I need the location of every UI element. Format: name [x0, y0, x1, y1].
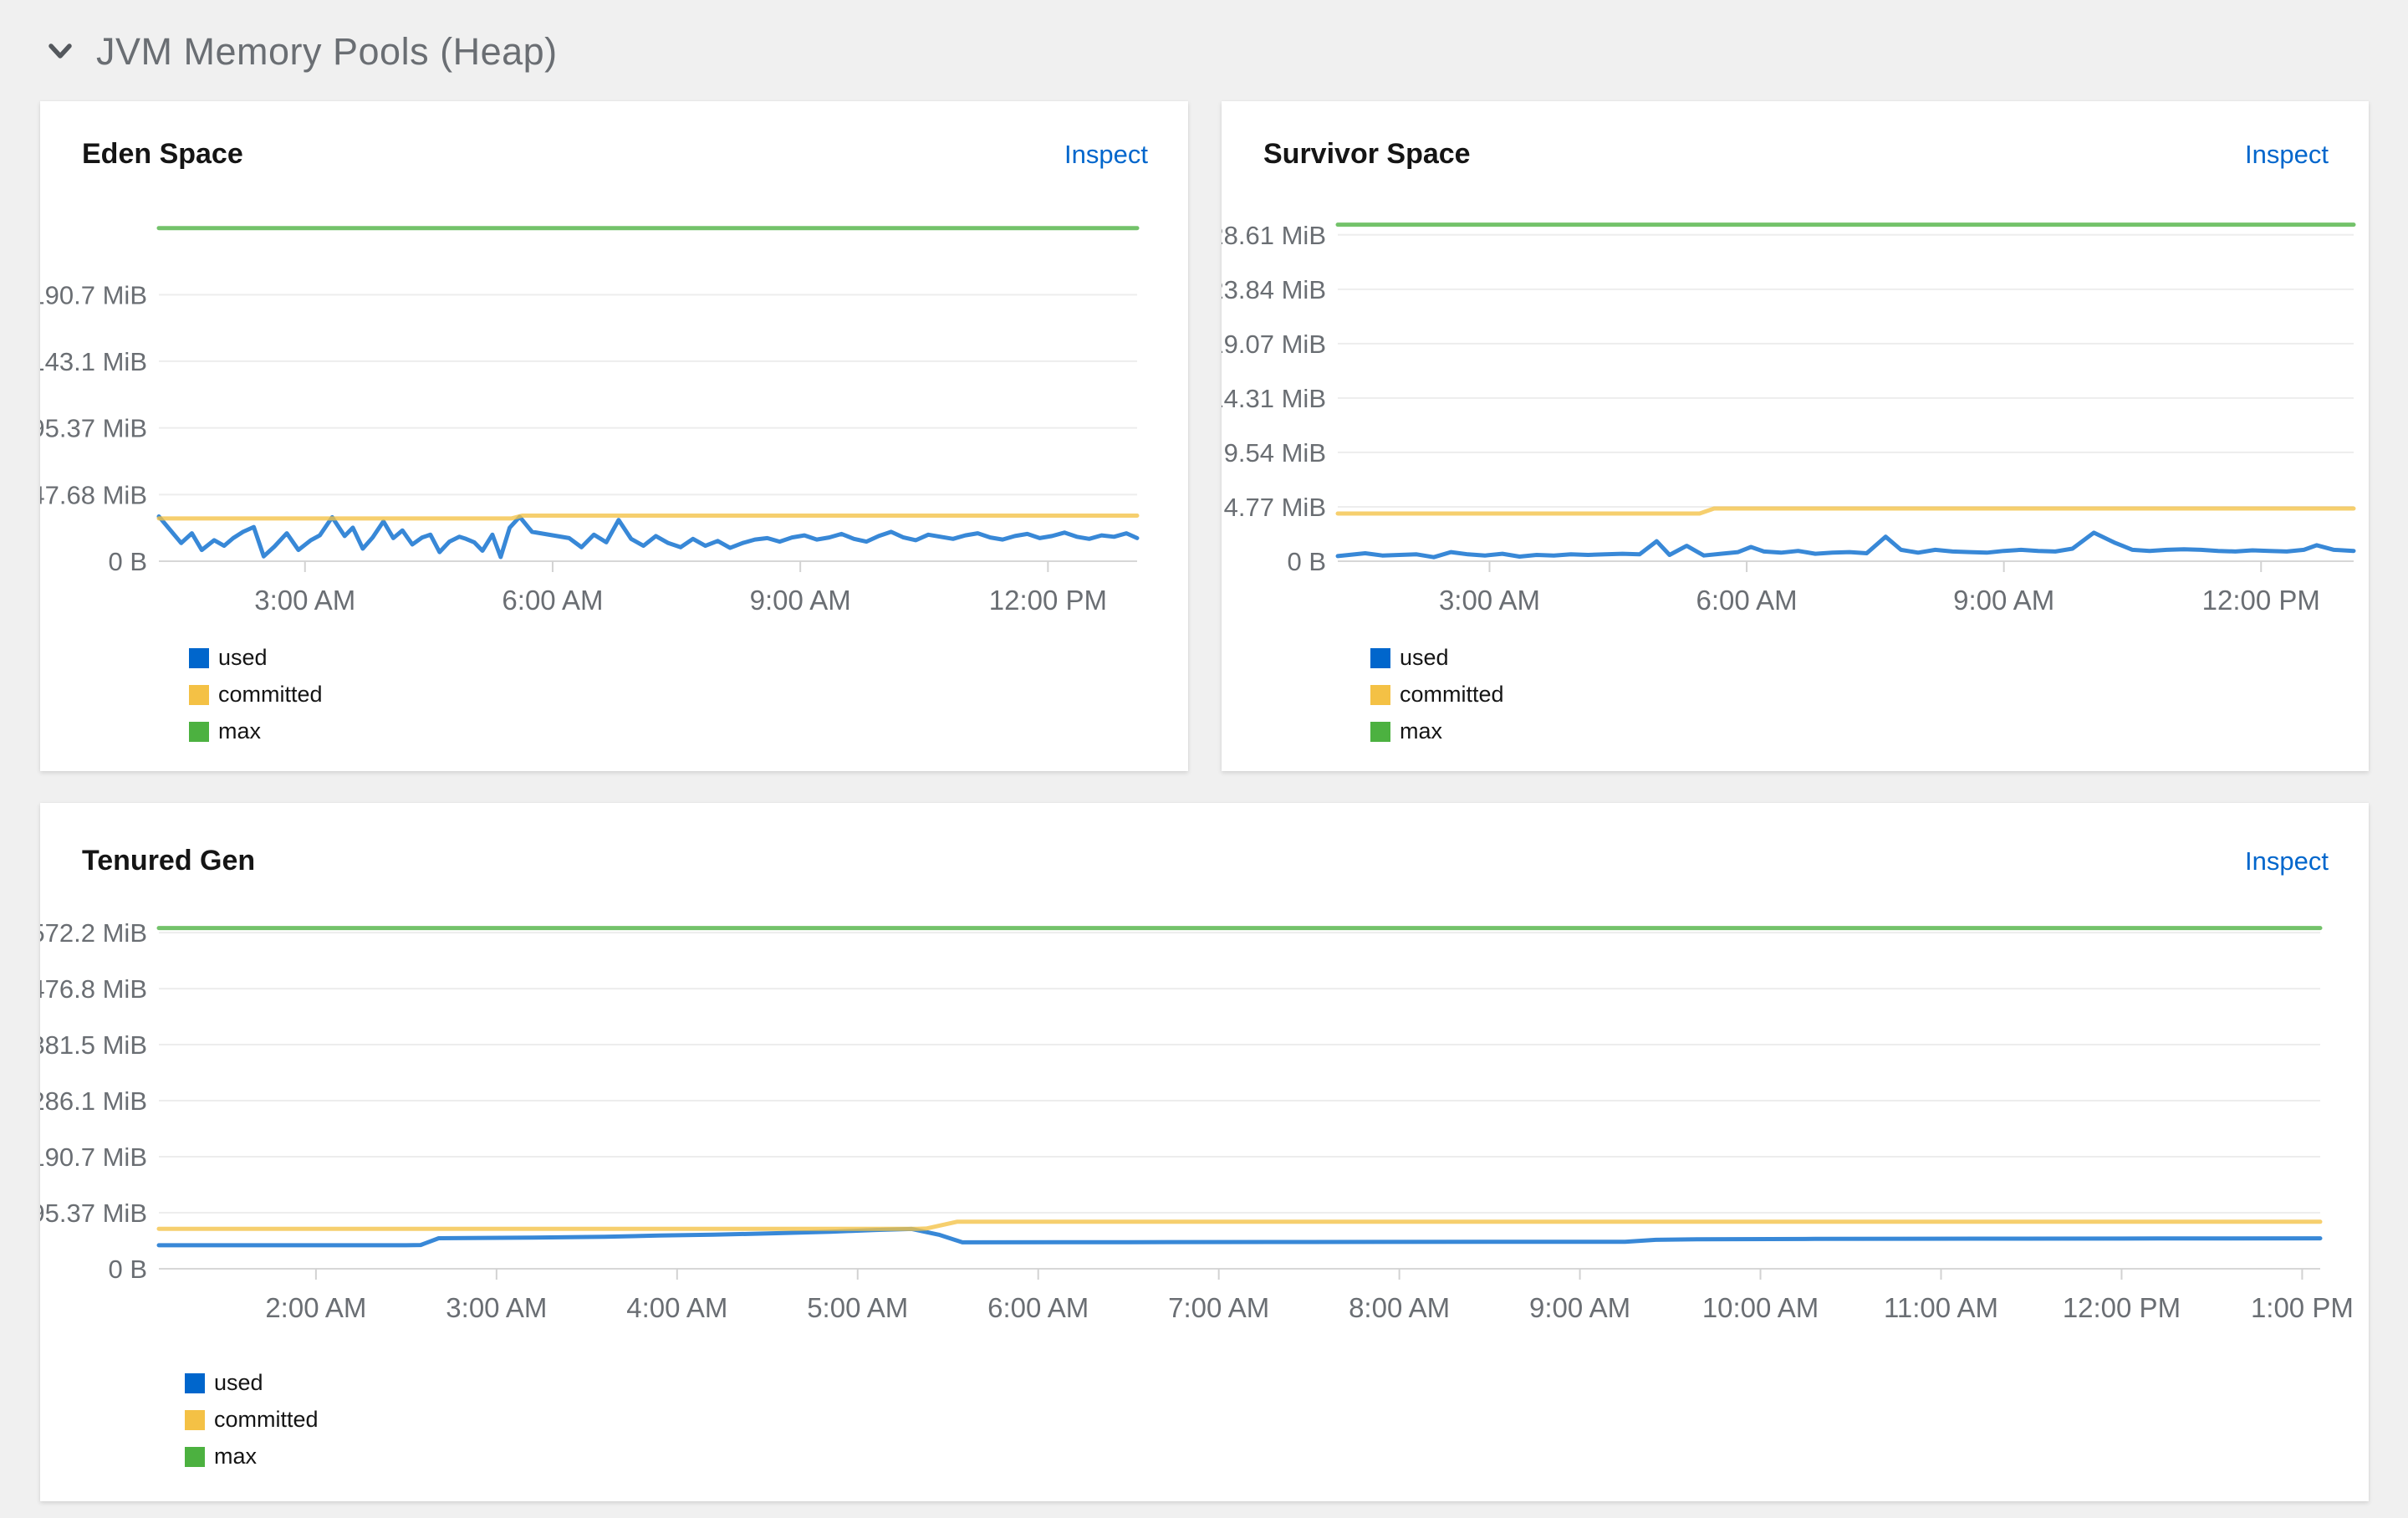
series-line-committed [1335, 506, 2356, 516]
panel-title: Eden Space [82, 138, 243, 170]
survivor-plot: 28.61 MiB 23.84 MiB 19.07 MiB 14.31 MiB 9.54… [1209, 221, 2356, 616]
section-header-jvm-memory-pools[interactable]: JVM Memory Pools (Heap) [48, 30, 558, 74]
legend-swatch-max [189, 721, 209, 742]
y-axis-label: 190.7 MiB [40, 280, 147, 309]
survivor-space-chart: 28.61 MiB 23.84 MiB 19.07 MiB 14.31 MiB 9.54… [1209, 213, 2369, 629]
x-axis-label: 8:00 AM [1349, 1292, 1450, 1323]
x-axis-label: 10:00 AM [1702, 1292, 1819, 1323]
legend-label: max [1400, 718, 1443, 744]
x-axis-label: 5:00 AM [807, 1292, 908, 1323]
legend-swatch-committed [1370, 684, 1390, 705]
y-axis-label: 143.1 MiB [40, 347, 147, 376]
legend-item-used: used [189, 645, 323, 671]
x-axis-label: 3:00 AM [446, 1292, 547, 1323]
panel-header: Eden Space Inspect [82, 138, 1148, 171]
y-axis-label: 95.37 MiB [40, 1199, 147, 1228]
legend-label: committed [1400, 682, 1504, 707]
x-axis-label: 12:00 PM [2202, 585, 2320, 616]
legend-swatch-committed [185, 1409, 205, 1430]
legend-label: used [1400, 645, 1449, 670]
y-axis-label: 0 B [1287, 547, 1326, 576]
series-line-committed [156, 514, 1140, 521]
legend-swatch-committed [189, 684, 209, 705]
legend-item-committed: committed [1370, 682, 1504, 708]
legend-item-used: used [185, 1370, 319, 1396]
x-axis-label: 9:00 AM [1529, 1292, 1630, 1323]
legend-label: used [218, 645, 268, 670]
chevron-down-icon [48, 43, 73, 61]
series-line-used [156, 514, 1140, 560]
eden-space-chart: 190.7 MiB 143.1 MiB 95.37 MiB 47.68 MiB 0 B 3… [30, 213, 1188, 629]
y-axis-label: 381.5 MiB [40, 1030, 147, 1060]
x-axis-label: 11:00 AM [1884, 1292, 1998, 1323]
y-axis-label: 190.7 MiB [40, 1142, 147, 1172]
x-axis-label: 6:00 AM [502, 585, 603, 616]
y-axis-label: 19.07 MiB [1222, 330, 1326, 359]
legend-swatch-max [1370, 721, 1390, 742]
legend-item-used: used [1370, 645, 1504, 671]
series-line-used [1335, 530, 2356, 560]
y-axis-label: 14.31 MiB [1222, 384, 1326, 413]
y-axis-label: 4.77 MiB [1224, 493, 1326, 522]
eden-plot: 190.7 MiB 143.1 MiB 95.37 MiB 47.68 MiB 0 B 3… [30, 226, 1140, 616]
legend-swatch-used [189, 647, 209, 668]
panel-header: Tenured Gen Inspect [82, 845, 2329, 877]
inspect-link[interactable]: Inspect [2245, 140, 2329, 170]
panel-eden-space: Eden Space Inspect 190.7 MiB 143.1 MiB 95.… [30, 101, 1188, 771]
legend-item-max: max [1370, 718, 1504, 744]
x-axis-label: 1:00 PM [2251, 1292, 2354, 1323]
x-axis-label: 12:00 PM [989, 585, 1107, 616]
x-axis-label: 3:00 AM [1439, 585, 1540, 616]
x-axis-label: 3:00 AM [254, 585, 355, 616]
panel-tenured-gen: Tenured Gen Inspect 572.2 MiB 476.8 MiB 38… [30, 803, 2369, 1501]
x-axis-label: 2:00 AM [265, 1292, 366, 1323]
panel-survivor-space: Survivor Space Inspect 28.61 MiB 23.84 Mi… [1209, 101, 2369, 771]
y-axis-label: 9.54 MiB [1224, 438, 1326, 468]
legend-label: max [218, 718, 262, 744]
y-axis-label: 28.61 MiB [1222, 221, 1326, 250]
survivor-space-legend: used committed max [1370, 645, 1504, 755]
y-axis-label: 47.68 MiB [40, 480, 147, 509]
panel-title: Tenured Gen [82, 845, 256, 877]
series-line-committed [156, 1219, 2323, 1231]
y-axis-label: 476.8 MiB [40, 974, 147, 1004]
y-axis-label: 23.84 MiB [1222, 275, 1326, 304]
legend-item-max: max [185, 1444, 319, 1469]
y-axis-label: 286.1 MiB [40, 1086, 147, 1116]
tenured-gen-legend: used committed max [185, 1370, 319, 1480]
inspect-link[interactable]: Inspect [2245, 846, 2329, 877]
legend-item-committed: committed [189, 682, 323, 708]
series-line-used [156, 1226, 2323, 1248]
x-axis-label: 9:00 AM [1953, 585, 2054, 616]
x-axis-label: 6:00 AM [987, 1292, 1089, 1323]
legend-label: max [214, 1444, 258, 1469]
inspect-link[interactable]: Inspect [1064, 140, 1148, 170]
x-axis-label: 12:00 PM [2063, 1292, 2181, 1323]
legend-swatch-used [1370, 647, 1390, 668]
panel-title: Survivor Space [1263, 138, 1471, 170]
y-axis-label: 572.2 MiB [40, 918, 147, 948]
tenured-gen-chart: 572.2 MiB 476.8 MiB 381.5 MiB 286.1 MiB 190.… [30, 907, 2369, 1330]
legend-item-committed: committed [185, 1407, 319, 1433]
x-axis-label: 6:00 AM [1696, 585, 1798, 616]
y-axis-label: 0 B [108, 1255, 147, 1284]
legend-swatch-max [185, 1446, 205, 1467]
panel-header: Survivor Space Inspect [1263, 138, 2329, 171]
y-axis-label: 0 B [108, 547, 147, 576]
legend-swatch-used [185, 1372, 205, 1393]
legend-label: committed [218, 682, 323, 707]
x-axis-label: 9:00 AM [750, 585, 851, 616]
section-title: JVM Memory Pools (Heap) [96, 30, 558, 73]
tenured-plot: 572.2 MiB 476.8 MiB 381.5 MiB 286.1 MiB 190.… [30, 918, 2354, 1323]
legend-item-max: max [189, 718, 323, 744]
eden-space-legend: used committed max [189, 645, 323, 755]
y-axis-label: 95.37 MiB [40, 414, 147, 443]
x-axis-label: 7:00 AM [1168, 1292, 1269, 1323]
legend-label: used [214, 1370, 263, 1395]
legend-label: committed [214, 1407, 319, 1432]
x-axis-label: 4:00 AM [626, 1292, 727, 1323]
